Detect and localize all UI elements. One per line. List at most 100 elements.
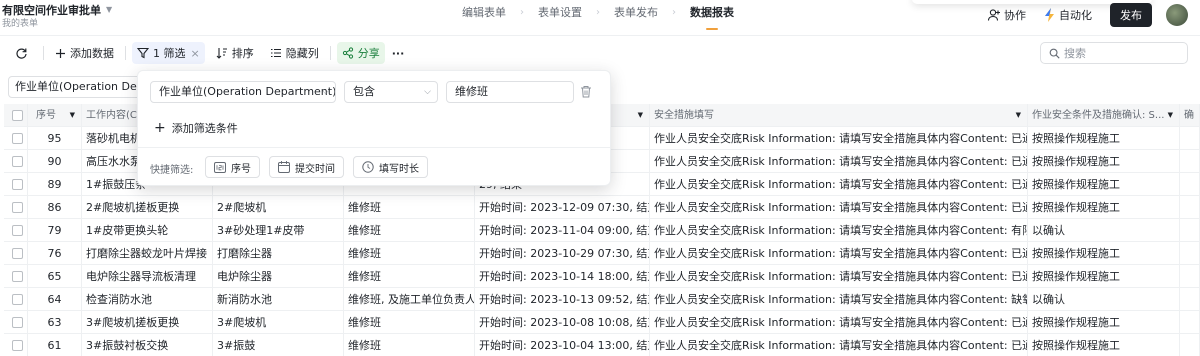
cell-time[interactable]: 开始时间: 2023-10-08 10:08, 结束 xyxy=(475,311,650,334)
cell-confirm[interactable]: 按照操作规程施工 xyxy=(1028,334,1180,356)
cell-content[interactable]: 打磨除尘器蛟龙叶片焊接 xyxy=(82,242,213,265)
cell-location[interactable]: 打磨除尘器 xyxy=(213,242,344,265)
cell-content[interactable]: 3#振鼓衬板交换 xyxy=(82,334,213,356)
collaborate-button[interactable]: 协作 xyxy=(987,7,1026,23)
caret-down-icon[interactable]: ▼ xyxy=(1168,104,1173,127)
cell-confirm[interactable]: 按照操作规程施工 xyxy=(1028,150,1180,173)
app-subtitle[interactable]: 我的表单 xyxy=(2,16,38,29)
table-row[interactable]: 65 电炉除尘器导流板清理 电炉除尘器 维修班 开始时间: 2023-10-14 18:… xyxy=(4,265,1200,288)
cell-time[interactable]: 开始时间: 2023-11-04 09:00, 结束 xyxy=(475,219,650,242)
cell-extra[interactable] xyxy=(1180,242,1200,265)
row-select-cell[interactable] xyxy=(4,334,28,356)
cell-content[interactable]: 3#爬坡机搓板更换 xyxy=(82,311,213,334)
quick-filter-duration[interactable]: 填写时长 xyxy=(353,156,428,178)
cell-time[interactable]: 开始时间: 2023-10-29 07:30, 结束 xyxy=(475,242,650,265)
header-measures[interactable]: 安全措施填写 ▼ xyxy=(650,104,1028,127)
cell-extra[interactable] xyxy=(1180,265,1200,288)
cell-location[interactable]: 2#爬坡机 xyxy=(213,196,344,219)
cell-measures[interactable]: 作业人员安全交底Risk Information: 请填写安全措施具体内容Con… xyxy=(650,288,1028,311)
avatar[interactable] xyxy=(1166,4,1188,26)
filter-operator-select[interactable]: 包含 ⌵ xyxy=(344,81,438,103)
refresh-button[interactable] xyxy=(10,42,37,64)
row-select-cell[interactable] xyxy=(4,288,28,311)
cell-measures[interactable]: 作业人员安全交底Risk Information: 请填写安全措施具体内容Con… xyxy=(650,265,1028,288)
cell-time[interactable]: 开始时间: 2023-10-14 18:00, 结束 xyxy=(475,265,650,288)
row-select-cell[interactable] xyxy=(4,265,28,288)
cell-extra[interactable] xyxy=(1180,219,1200,242)
cell-dept[interactable]: 维修班 xyxy=(344,196,475,219)
step-form-settings[interactable]: 表单设置 xyxy=(536,6,584,30)
cell-measures[interactable]: 作业人员安全交底Risk Information: 请填写安全措施具体内容Con… xyxy=(650,127,1028,150)
table-row[interactable]: 61 3#振鼓衬板交换 3#振鼓 维修班 开始时间: 2023-10-04 13:00,… xyxy=(4,334,1200,356)
row-checkbox[interactable] xyxy=(12,225,23,236)
cell-no[interactable]: 61 xyxy=(28,334,82,356)
cell-location[interactable]: 3#振鼓 xyxy=(213,334,344,356)
row-checkbox[interactable] xyxy=(12,179,23,190)
cell-no[interactable]: 63 xyxy=(28,311,82,334)
cell-measures[interactable]: 作业人员安全交底Risk Information: 请填写安全措施具体内容Con… xyxy=(650,334,1028,356)
cell-confirm[interactable]: 按照操作规程施工 xyxy=(1028,242,1180,265)
cell-extra[interactable] xyxy=(1180,127,1200,150)
automation-button[interactable]: 自动化 xyxy=(1044,7,1092,23)
cell-confirm[interactable]: 按照操作规程施工 xyxy=(1028,196,1180,219)
select-all-checkbox[interactable] xyxy=(12,110,23,121)
cell-no[interactable]: 86 xyxy=(28,196,82,219)
table-row[interactable]: 63 3#爬坡机搓板更换 3#爬坡机 维修班 开始时间: 2023-10-08 10:0… xyxy=(4,311,1200,334)
cell-no[interactable]: 89 xyxy=(28,173,82,196)
cell-dept[interactable]: 维修班 xyxy=(344,265,475,288)
header-confirm[interactable]: 作业安全条件及措施确认: S... ▼ xyxy=(1028,104,1180,127)
cell-extra[interactable] xyxy=(1180,173,1200,196)
row-select-cell[interactable] xyxy=(4,311,28,334)
group-by-chip[interactable]: 作业单位(Operation Department) xyxy=(8,76,148,98)
row-checkbox[interactable] xyxy=(12,294,23,305)
cell-no[interactable]: 65 xyxy=(28,265,82,288)
cell-content[interactable]: 电炉除尘器导流板清理 xyxy=(82,265,213,288)
search-input[interactable]: 搜索 xyxy=(1040,42,1188,64)
cell-location[interactable]: 电炉除尘器 xyxy=(213,265,344,288)
cell-no[interactable]: 64 xyxy=(28,288,82,311)
row-select-cell[interactable] xyxy=(4,150,28,173)
sort-button[interactable]: 排序 xyxy=(211,42,259,64)
table-row[interactable]: 76 打磨除尘器蛟龙叶片焊接 打磨除尘器 维修班 开始时间: 2023-10-29 07… xyxy=(4,242,1200,265)
filter-field-select[interactable]: 作业单位(Operation Department) ⌵ xyxy=(150,81,336,103)
cell-content[interactable]: 1#皮带更换头轮 xyxy=(82,219,213,242)
cell-confirm[interactable]: 以确认 xyxy=(1028,219,1180,242)
row-checkbox[interactable] xyxy=(12,133,23,144)
table-row[interactable]: 86 2#爬坡机搓板更换 2#爬坡机 维修班 开始时间: 2023-12-09 07:3… xyxy=(4,196,1200,219)
caret-down-icon[interactable]: ▼ xyxy=(1016,104,1021,127)
row-select-cell[interactable] xyxy=(4,196,28,219)
add-condition-button[interactable]: + 添加筛选条件 xyxy=(154,120,238,136)
cell-location[interactable]: 3#爬坡机 xyxy=(213,311,344,334)
cell-no[interactable]: 95 xyxy=(28,127,82,150)
cell-dept[interactable]: 维修班 xyxy=(344,311,475,334)
cell-dept[interactable]: 维修班 xyxy=(344,334,475,356)
cell-no[interactable]: 79 xyxy=(28,219,82,242)
quick-filter-no[interactable]: 序号 xyxy=(205,156,260,178)
cell-time[interactable]: 开始时间: 2023-10-04 13:00, 结束 xyxy=(475,334,650,356)
table-row[interactable]: 79 1#皮带更换头轮 3#砂处理1#皮带 维修班 开始时间: 2023-11-04 0… xyxy=(4,219,1200,242)
cell-content[interactable]: 2#爬坡机搓板更换 xyxy=(82,196,213,219)
trash-icon[interactable] xyxy=(580,85,592,98)
share-button[interactable]: 分享 xyxy=(336,42,385,64)
cell-measures[interactable]: 作业人员安全交底Risk Information: 请填写安全措施具体内容Con… xyxy=(650,242,1028,265)
step-edit-form[interactable]: 编辑表单 xyxy=(460,6,508,30)
cell-dept[interactable]: 维修班, 及施工单位负责人 xyxy=(344,288,475,311)
row-select-cell[interactable] xyxy=(4,173,28,196)
cell-no[interactable]: 90 xyxy=(28,150,82,173)
publish-button[interactable]: 发布 xyxy=(1110,3,1152,27)
cell-extra[interactable] xyxy=(1180,311,1200,334)
add-data-button[interactable]: 添加数据 xyxy=(50,42,119,64)
header-extra[interactable]: 确 xyxy=(1180,104,1200,127)
cell-measures[interactable]: 作业人员安全交底Risk Information: 请填写安全措施具体内容Con… xyxy=(650,150,1028,173)
row-checkbox[interactable] xyxy=(12,271,23,282)
cell-confirm[interactable]: 按照操作规程施工 xyxy=(1028,173,1180,196)
cell-confirm[interactable]: 按照操作规程施工 xyxy=(1028,265,1180,288)
cell-location[interactable]: 新消防水池 xyxy=(213,288,344,311)
cell-dept[interactable]: 维修班 xyxy=(344,242,475,265)
caret-down-icon[interactable]: ▼ xyxy=(70,104,75,127)
caret-down-icon[interactable]: ▼ xyxy=(638,104,643,127)
filter-value-input[interactable]: 维修班 xyxy=(446,81,574,103)
step-data-report[interactable]: 数据报表 xyxy=(688,6,736,30)
cell-time[interactable]: 开始时间: 2023-12-09 07:30, 结束 xyxy=(475,196,650,219)
chevron-down-icon[interactable]: ▼ xyxy=(106,5,112,14)
